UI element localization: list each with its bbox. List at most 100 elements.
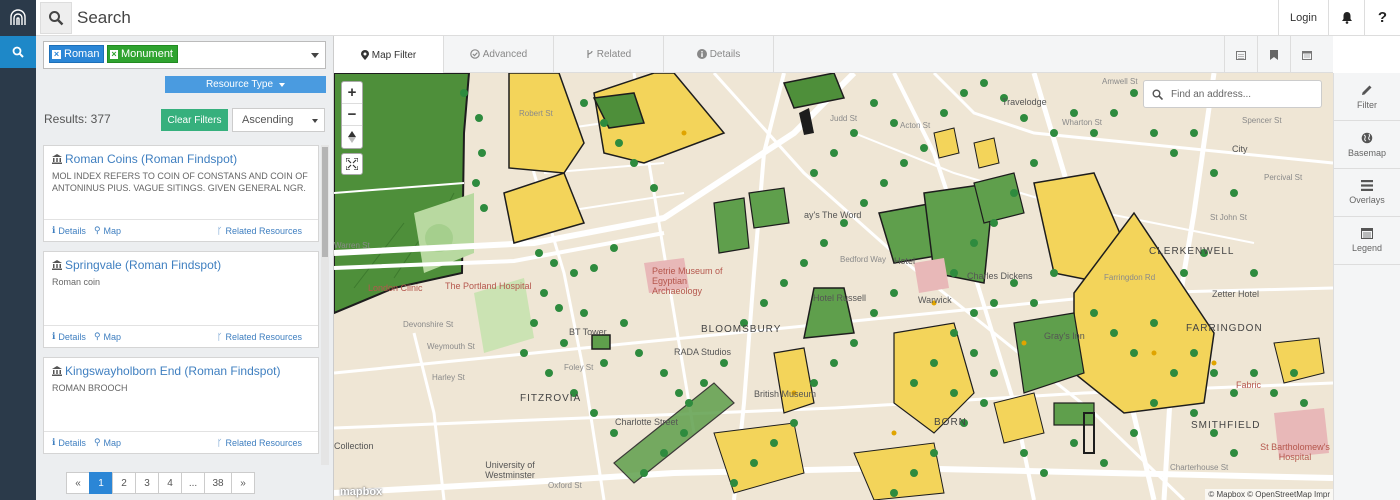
search-button[interactable] (40, 1, 72, 34)
filter-tag-monument[interactable]: × Monument (107, 45, 178, 63)
chevron-down-icon (312, 119, 318, 123)
poi-label-museum: Petrie Museum of Egyptian Archaeology (652, 266, 723, 296)
related-resources-link[interactable]: ᚴ Related Resources (217, 226, 302, 236)
result-card: Kingswayholborn End (Roman Findspot) ROM… (43, 357, 319, 454)
map-link[interactable]: ⚲ Map (94, 331, 121, 342)
result-actions: ℹ Details ⚲ Map ᚴ Related Resources (44, 219, 318, 241)
street-label-farringdon-rd: Farringdon Rd (1104, 273, 1156, 282)
legend-tool-label: Legend (1351, 243, 1383, 253)
fullscreen-icon[interactable] (341, 153, 363, 175)
search-results-panel: × Roman × Monument Resource Type Results… (36, 36, 334, 500)
map-view[interactable]: CLERKENWELL FARRINGDON BLOOMSBURY FITZRO… (334, 73, 1333, 500)
clear-filters-button[interactable]: Clear Filters (161, 109, 228, 131)
results-count: Results: 377 (44, 112, 111, 126)
resource-type-button[interactable]: Resource Type (165, 76, 326, 93)
bookmark-icon[interactable] (1257, 36, 1290, 73)
map-link[interactable]: ⚲ Map (94, 225, 121, 236)
overlays-tool[interactable]: Overlays (1334, 169, 1400, 217)
filter-tag-roman[interactable]: × Roman (49, 45, 105, 63)
result-actions: ℹ Details ⚲ Map ᚴ Related Resources (44, 325, 318, 347)
poi-label-warwick: Warwick (918, 295, 952, 305)
poi-label-hotel-russell: Hotel Russell (813, 293, 867, 303)
result-title: Roman Coins (Roman Findspot) (65, 152, 238, 166)
poi-label-fabric: Fabric (1236, 380, 1262, 390)
login-button[interactable]: Login (1278, 0, 1328, 36)
related-resources-link[interactable]: ᚴ Related Resources (217, 332, 302, 342)
tab-map-filter[interactable]: Map Filter (334, 36, 444, 74)
compass-icon[interactable] (342, 126, 362, 148)
top-right-controls: Login ? (1278, 0, 1400, 36)
sort-select[interactable]: Ascending (232, 108, 325, 132)
caret-down-icon (279, 82, 286, 87)
result-title-link[interactable]: Springvale (Roman Findspot) (52, 258, 310, 272)
tab-advanced[interactable]: Advanced (444, 36, 554, 72)
zoom-out-button[interactable]: − (342, 104, 362, 126)
details-link[interactable]: ℹ Details (52, 331, 86, 342)
info-icon: ℹ (52, 437, 56, 447)
result-title-link[interactable]: Roman Coins (Roman Findspot) (52, 152, 310, 166)
zoom-in-button[interactable]: + (342, 82, 362, 104)
search-input[interactable]: Search (77, 8, 1278, 28)
search-icon[interactable] (0, 36, 36, 68)
remove-tag-icon[interactable]: × (110, 49, 119, 59)
next-page-button[interactable]: » (231, 472, 255, 494)
result-card: Springvale (Roman Findspot) Roman coin ℹ… (43, 251, 319, 348)
street-label-oxford-st: Oxford St (548, 481, 582, 490)
details-link[interactable]: ℹ Details (52, 437, 86, 448)
tab-label: Advanced (482, 48, 528, 60)
tab-details[interactable]: Details (664, 36, 774, 72)
poi-label-word: ay's The Word (804, 210, 862, 220)
bell-icon[interactable] (1328, 0, 1364, 36)
branch-icon: ᚴ (217, 437, 223, 448)
page-button[interactable]: 3 (135, 472, 159, 494)
page-button[interactable]: 1 (89, 472, 113, 494)
institution-icon (52, 154, 62, 164)
basemap-tool-label: Basemap (1347, 147, 1387, 158)
street-label-wharton-st: Wharton St (1062, 118, 1103, 127)
area-label-smithfield: SMITHFIELD (1191, 420, 1261, 431)
result-title-link[interactable]: Kingswayholborn End (Roman Findspot) (52, 364, 310, 378)
page-button[interactable]: 38 (204, 472, 232, 494)
street-label-bedford-way: Bedford Way (840, 255, 886, 264)
poi-label-gray-inn: Gray's Inn (1044, 331, 1085, 341)
calendar-icon[interactable] (1290, 36, 1323, 73)
zoom-controls: + − (341, 81, 363, 149)
filter-tool[interactable]: Filter (1334, 73, 1400, 121)
page-button[interactable]: 4 (158, 472, 182, 494)
details-link[interactable]: ℹ Details (52, 225, 86, 236)
results-scrollbar[interactable] (321, 145, 329, 465)
branch-icon (587, 50, 593, 58)
filter-tag-input[interactable]: × Roman × Monument (43, 41, 326, 69)
basemap-tool[interactable]: Basemap (1334, 121, 1400, 169)
calendar-alt-icon[interactable] (1224, 36, 1257, 73)
street-label-charterhouse-st: Charterhouse St (1170, 463, 1229, 472)
map-attribution[interactable]: © Mapbox © OpenStreetMap Impr (1205, 489, 1333, 500)
poi-label-london-clinic: London Clinic (368, 283, 423, 293)
poi-label-bt-tower: BT Tower (569, 327, 607, 337)
help-button[interactable]: ? (1364, 0, 1400, 36)
prev-page-button[interactable]: « (66, 472, 90, 494)
related-resources-link[interactable]: ᚴ Related Resources (217, 438, 302, 448)
legend-tool[interactable]: Legend (1334, 217, 1400, 265)
street-label-amwell-st: Amwell St (1102, 77, 1138, 86)
street-label-acton-st: Acton St (900, 121, 931, 130)
scrollbar-thumb[interactable] (322, 147, 328, 257)
remove-tag-icon[interactable]: × (52, 49, 61, 59)
street-label-percival-st: Percival St (1264, 173, 1303, 182)
pagination: « 1 2 3 4 ... 38 » (66, 472, 255, 494)
branch-icon: ᚴ (217, 331, 223, 342)
map-marker-icon: ⚲ (93, 225, 101, 235)
info-icon: ℹ (52, 225, 56, 235)
map-marker-icon: ⚲ (93, 331, 101, 341)
street-label-harley-st: Harley St (432, 373, 465, 382)
tab-label: Map Filter (371, 49, 417, 61)
globe-icon (1361, 132, 1373, 143)
street-label-st-john-st: St John St (1210, 213, 1247, 222)
street-label-robert-st: Robert St (519, 109, 553, 118)
page-button[interactable]: 2 (112, 472, 136, 494)
map-link[interactable]: ⚲ Map (94, 437, 121, 448)
app-logo-icon[interactable] (0, 0, 36, 36)
tab-related[interactable]: Related (554, 36, 664, 72)
chevron-down-icon[interactable] (311, 53, 319, 58)
find-address-input[interactable]: Find an address... (1143, 80, 1322, 108)
